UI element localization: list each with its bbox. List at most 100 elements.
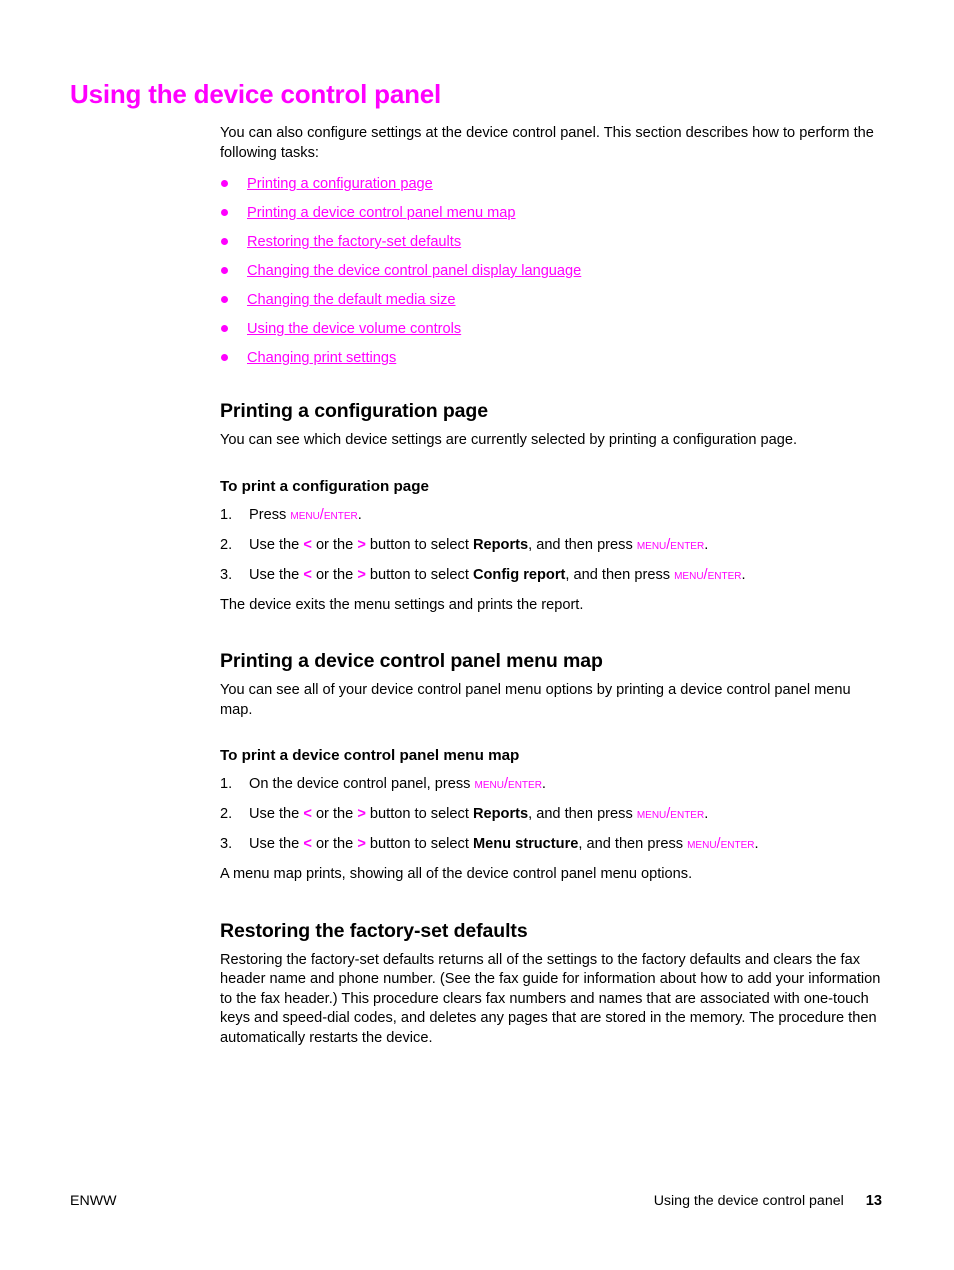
section-link[interactable]: Changing the default media size: [247, 292, 456, 308]
list-item: Changing print settings: [220, 348, 882, 377]
step-body: Use the < or the > button to select Menu…: [249, 836, 759, 852]
document-page: Using the device control panel You can a…: [0, 0, 954, 1270]
bullet-icon: [221, 238, 228, 245]
section-body: You can see which device settings are cu…: [220, 432, 798, 448]
bullet-icon: [221, 180, 228, 187]
arrow-key-label: <: [303, 836, 312, 852]
step-text: , and then press: [578, 836, 688, 852]
step-number: 3.: [220, 566, 233, 583]
menu-enter-key-label: Menu/Enter: [687, 836, 755, 852]
section-link-list: Printing a configuration page Printing a …: [220, 174, 882, 377]
menu-enter-key-label: Menu/Enter: [290, 506, 358, 523]
step-text: Press: [249, 506, 291, 523]
footer-section-title: Using the device control panel: [653, 1193, 844, 1209]
step-text: .: [704, 806, 709, 822]
step-text: .: [357, 506, 362, 523]
section-link[interactable]: Printing a configuration page: [247, 176, 433, 192]
menu-option-name: Menu structure: [472, 836, 579, 852]
menu-enter-key-label: Menu/Enter: [674, 566, 742, 583]
bullet-icon: [221, 267, 228, 274]
bullet-icon: [221, 354, 228, 361]
step-number: 1.: [220, 506, 233, 523]
step-text: , and then press: [528, 536, 637, 553]
section-heading: Printing a configuration page: [220, 400, 488, 422]
step-text: Use the: [249, 806, 304, 822]
menu-option-name: Config report: [472, 566, 566, 583]
menu-enter-key-label: Menu/Enter: [474, 776, 542, 792]
step-number: 1.: [220, 776, 233, 792]
procedure-step: 3. Use the < or the > button to select Me…: [220, 835, 882, 855]
menu-option-name: Reports: [472, 536, 529, 553]
list-item: Changing the device control panel displa…: [220, 261, 882, 290]
footer-locale-code: ENWW: [70, 1193, 117, 1209]
arrow-key-label: >: [357, 806, 366, 822]
step-text: On the device control panel, press: [249, 776, 475, 792]
step-text: button to select: [365, 536, 473, 553]
section-body: You can see all of your device control p…: [220, 682, 851, 718]
procedure-step: 1. On the device control panel, press Men…: [220, 775, 882, 795]
footer-page-number: 13: [865, 1193, 882, 1209]
step-body: Use the < or the > button to select Conf…: [249, 567, 746, 583]
procedure-steps: 1. Press Menu/Enter. 2. Use the < or the > …: [220, 506, 882, 586]
page-footer: ENWW Using the device control panel 13: [70, 1193, 882, 1209]
arrow-key-label: <: [303, 536, 312, 553]
step-text: or the: [311, 536, 358, 553]
step-body: On the device control panel, press Menu/…: [249, 776, 546, 792]
section-body: Restoring the factory-set defaults retur…: [220, 951, 881, 1046]
step-text: or the: [311, 806, 358, 822]
section-closing-text: A menu map prints, showing all of the de…: [220, 866, 693, 882]
bullet-icon: [221, 325, 228, 332]
arrow-key-label: >: [357, 836, 366, 852]
step-text: Use the: [249, 836, 304, 852]
arrow-key-label: >: [357, 566, 366, 583]
step-text: , and then press: [528, 806, 637, 822]
section-closing-text: The device exits the menu settings and p…: [220, 596, 584, 613]
section-link[interactable]: Changing the device control panel displa…: [247, 263, 581, 279]
section-heading: Restoring the factory-set defaults: [220, 919, 528, 942]
section-link[interactable]: Restoring the factory-set defaults: [247, 234, 461, 250]
procedure-step: 2. Use the < or the > button to select Re…: [220, 805, 882, 825]
footer-right-group: Using the device control panel 13: [654, 1193, 882, 1209]
procedure-step: 2. Use the < or the > button to select Re…: [220, 536, 882, 556]
arrow-key-label: >: [357, 536, 366, 553]
step-text: .: [741, 566, 746, 583]
step-text: button to select: [365, 806, 473, 822]
sub-heading: To print a device control panel menu map: [220, 747, 520, 764]
step-text: Use the: [249, 566, 304, 583]
step-number: 2.: [220, 536, 233, 553]
procedure-steps: 1. On the device control panel, press Men…: [220, 775, 882, 855]
step-number: 3.: [220, 836, 233, 852]
step-text: or the: [311, 566, 358, 583]
arrow-key-label: <: [303, 566, 312, 583]
intro-paragraph: You can also configure settings at the d…: [220, 125, 874, 161]
menu-enter-key-label: Menu/Enter: [636, 806, 705, 822]
sub-heading: To print a configuration page: [220, 477, 429, 495]
list-item: Using the device volume controls: [220, 319, 882, 348]
section-heading: Printing a device control panel menu map: [220, 650, 603, 672]
procedure-step: 1. Press Menu/Enter.: [220, 506, 882, 526]
sections-container: Printing a configuration page You can see…: [220, 399, 882, 1048]
list-item: Printing a configuration page: [220, 174, 882, 203]
step-text: .: [754, 836, 759, 852]
section-link[interactable]: Changing print settings: [247, 350, 396, 366]
step-number: 2.: [220, 806, 233, 822]
menu-enter-key-label: Menu/Enter: [636, 536, 705, 553]
section-link[interactable]: Printing a device control panel menu map: [247, 205, 516, 221]
step-text: button to select: [365, 566, 473, 583]
step-body: Press Menu/Enter.: [249, 507, 362, 523]
bullet-icon: [221, 296, 228, 303]
step-text: .: [541, 776, 546, 792]
step-text: button to select: [365, 836, 473, 852]
list-item: Printing a device control panel menu map: [220, 203, 882, 232]
arrow-key-label: <: [303, 806, 312, 822]
procedure-step: 3. Use the < or the > button to select Co…: [220, 566, 882, 586]
step-text: Use the: [249, 536, 304, 553]
bullet-icon: [221, 209, 228, 216]
step-text: .: [704, 536, 709, 553]
page-title: Using the device control panel: [70, 79, 442, 110]
page-content: You can also configure settings at the d…: [220, 124, 882, 1048]
step-text: , and then press: [565, 566, 675, 583]
section-link[interactable]: Using the device volume controls: [247, 321, 461, 337]
step-body: Use the < or the > button to select Repo…: [249, 537, 708, 553]
list-item: Changing the default media size: [220, 290, 882, 319]
